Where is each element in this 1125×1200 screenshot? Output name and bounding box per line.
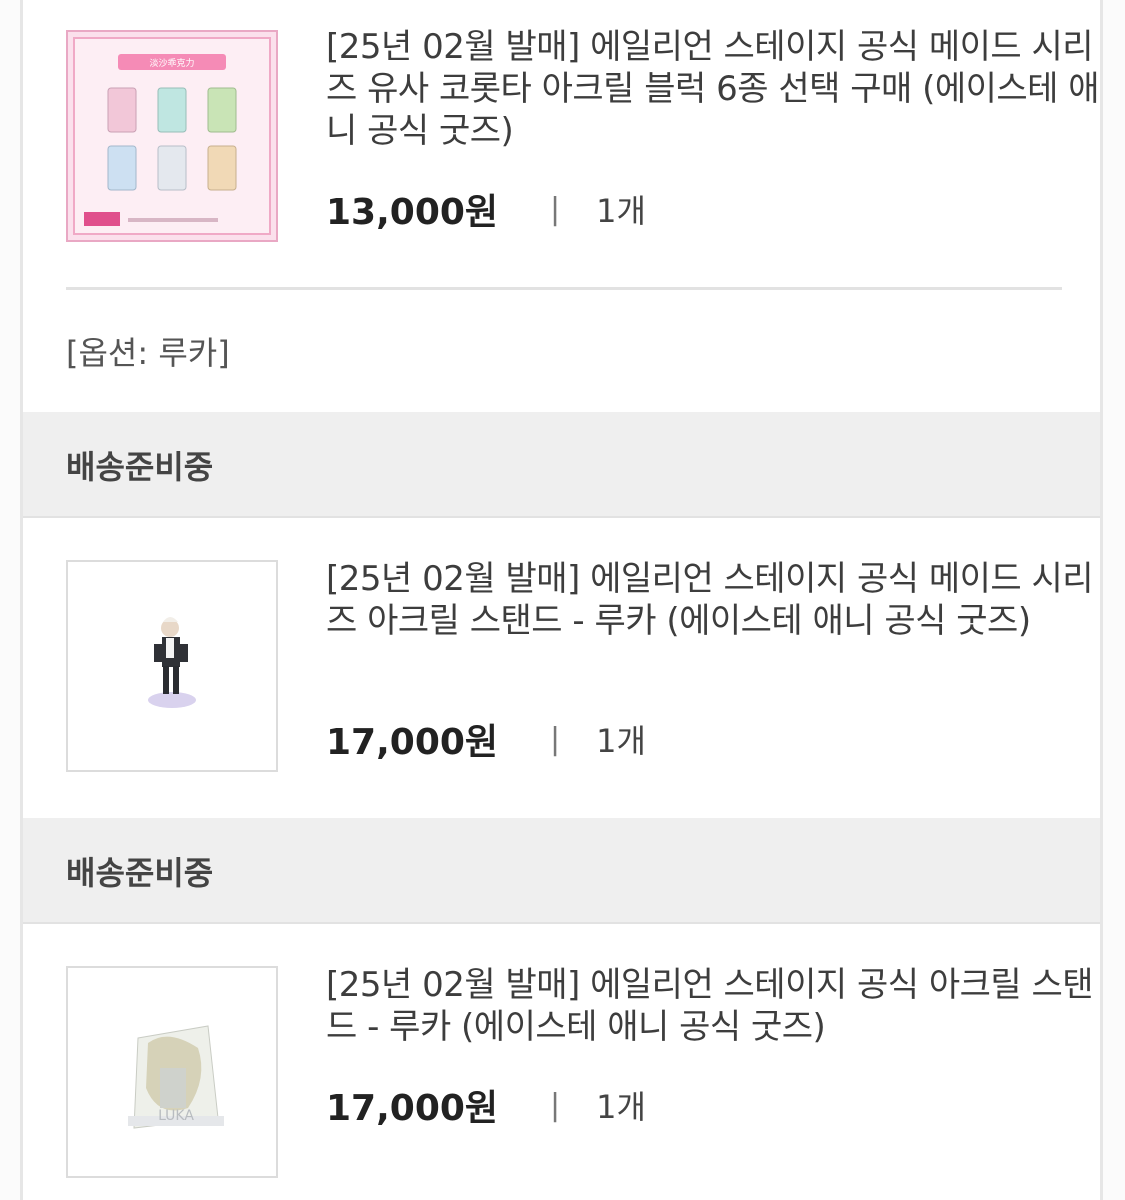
product-quantity: 1개 (596, 1088, 646, 1126)
order-status-bar: 배송준비중 (23, 818, 1100, 924)
order-item[interactable]: 淡沙乖克力 [25년 02월 발매] 에일리언 스테이지 공식 메이드 시리즈 … (23, 0, 1100, 412)
product-thumbnail[interactable]: 淡沙乖克力 (66, 30, 278, 242)
product-price: 17,000원 (326, 1088, 499, 1129)
product-thumbnail[interactable] (66, 560, 278, 772)
order-status: 배송준비중 (66, 448, 214, 486)
acrylic-stand-image: LUKA (68, 968, 276, 1176)
acrylic-stand-image (68, 562, 276, 770)
product-quantity: 1개 (596, 192, 646, 230)
order-item[interactable]: LUKA [25년 02월 발매] 에일리언 스테이지 공식 아크릴 스탠드 -… (23, 924, 1100, 1200)
divider-bar: | (550, 721, 561, 757)
product-thumbnail[interactable]: LUKA (66, 966, 278, 1178)
product-price: 17,000원 (326, 722, 499, 763)
product-option: [옵션: 루카] (66, 334, 230, 372)
thumb-watermark: LUKA (158, 1108, 194, 1124)
product-quantity: 1개 (596, 722, 646, 760)
product-price: 13,000원 (326, 192, 499, 233)
price-row: 13,000원 | 1개 (326, 185, 646, 234)
product-title[interactable]: [25년 02월 발매] 에일리언 스테이지 공식 아크릴 스탠드 - 루카 (… (326, 964, 1101, 1048)
order-status: 배송준비중 (66, 854, 214, 892)
price-row: 17,000원 | 1개 (326, 715, 646, 764)
thumb-banner-text: 淡沙乖克力 (149, 57, 194, 69)
price-row: 17,000원 | 1개 (326, 1081, 646, 1130)
product-title[interactable]: [25년 02월 발매] 에일리언 스테이지 공식 메이드 시리즈 아크릴 스탠… (326, 558, 1101, 642)
item-divider (66, 287, 1062, 290)
order-status-bar: 배송준비중 (23, 412, 1100, 518)
order-list: 淡沙乖克力 [25년 02월 발매] 에일리언 스테이지 공식 메이드 시리즈 … (20, 0, 1103, 1200)
divider-bar: | (550, 191, 561, 227)
order-item[interactable]: [25년 02월 발매] 에일리언 스테이지 공식 메이드 시리즈 아크릴 스탠… (23, 518, 1100, 818)
divider-bar: | (550, 1087, 561, 1123)
product-title[interactable]: [25년 02월 발매] 에일리언 스테이지 공식 메이드 시리즈 유사 코롯타… (326, 26, 1101, 152)
acrylic-block-set-image: 淡沙乖克力 (68, 32, 276, 240)
